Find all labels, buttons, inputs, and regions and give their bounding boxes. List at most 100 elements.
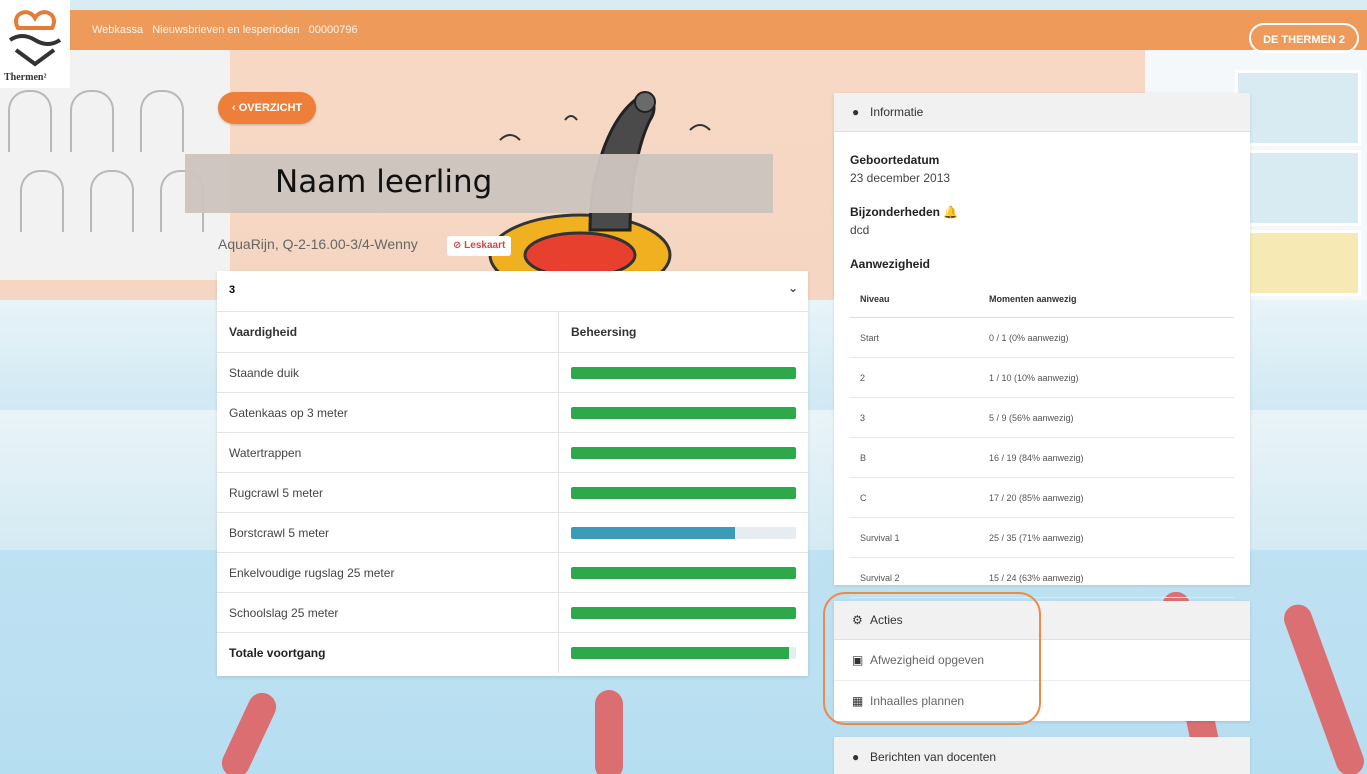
chevron-down-icon: ⌄	[787, 281, 798, 295]
progress-bar	[571, 566, 796, 579]
attendance-row: Start 0 / 1 (0% aanwezig)	[850, 317, 1234, 358]
progress-bar	[571, 526, 796, 539]
attendance-table: Niveau Momenten aanwezig Start 0 / 1 (0% …	[850, 281, 1234, 598]
skill-mastery-cell	[558, 432, 808, 473]
skill-mastery-cell	[558, 472, 808, 513]
level-selector[interactable]: 3 ⌄	[217, 271, 808, 312]
attendance-moments: 17 / 20 (85% aanwezig)	[979, 477, 1234, 518]
progress-fill	[571, 446, 796, 459]
skills-card: 3 ⌄ Vaardigheid Beheersing Staande duik G…	[217, 271, 808, 676]
total-label: Totale voortgang	[217, 632, 559, 673]
logo-text: Thermen²	[4, 72, 47, 83]
total-progress-bar	[571, 646, 796, 659]
attendance-row: B 16 / 19 (84% aanwezig)	[850, 437, 1234, 478]
lane-rope	[595, 690, 623, 774]
attendance-level: 3	[850, 397, 979, 438]
column-header-level: Niveau	[850, 281, 979, 318]
progress-bar	[571, 606, 796, 619]
teacher-messages-card[interactable]: ● Berichten van docenten	[834, 737, 1250, 774]
info-circle-icon: ●	[852, 105, 860, 119]
breadcrumb: Webkassa Nieuwsbrieven en lesperioden 00…	[92, 10, 364, 50]
progress-fill	[571, 366, 796, 379]
skills-table: Vaardigheid Beheersing Staande duik Gaten…	[217, 312, 808, 673]
skill-name: Schoolslag 25 meter	[217, 592, 559, 633]
information-title: Informatie	[870, 105, 924, 119]
student-group-info: AquaRijn, Q-2-16.00-3/4-Wenny	[218, 236, 418, 252]
student-name: Naam leerling	[275, 164, 493, 200]
skill-name: Staande duik	[217, 352, 559, 393]
breadcrumb-item-nieuwsbrieven[interactable]: Nieuwsbrieven en lesperioden	[152, 24, 299, 36]
progress-fill	[571, 606, 796, 619]
table-row: Schoolslag 25 meter	[217, 592, 808, 633]
special-value: dcd	[850, 223, 870, 237]
attendance-moments: 0 / 1 (0% aanwezig)	[979, 317, 1234, 358]
student-name-banner: Naam leerling	[185, 154, 773, 213]
attendance-moments: 1 / 10 (10% aanwezig)	[979, 357, 1234, 398]
attendance-level: C	[850, 477, 979, 518]
table-row: Rugcrawl 5 meter	[217, 472, 808, 513]
attendance-label: Aanwezigheid	[850, 257, 931, 271]
column-header-mastery: Beheersing	[558, 312, 808, 353]
progress-fill	[571, 486, 796, 499]
ban-icon: ⊘	[453, 240, 465, 251]
skill-name: Watertrappen	[217, 432, 559, 473]
breadcrumb-item-webkassa[interactable]: Webkassa	[92, 24, 143, 36]
special-block: Bijzonderheden 🔔 dcd	[834, 205, 958, 237]
attendance-row: 21 / 10 (10% aanwezig)	[850, 357, 1234, 398]
progress-fill	[571, 526, 736, 539]
dob-value: 23 december 2013	[850, 171, 951, 185]
total-mastery-cell	[559, 633, 809, 673]
teacher-messages-title: Berichten van docenten	[870, 750, 997, 764]
attendance-row: Survival 1 25 / 35 (71% aanwezig)	[850, 517, 1234, 558]
table-row: Watertrappen	[217, 432, 808, 473]
dob-label: Geboortedatum	[850, 153, 940, 167]
information-header: ● Informatie	[834, 93, 1250, 132]
table-row: Enkelvoudige rugslag 25 meter	[217, 552, 808, 593]
attendance-row: 35 / 9 (56% aanwezig)	[850, 397, 1234, 438]
skill-mastery-cell	[558, 352, 808, 393]
logo[interactable]: Thermen²	[0, 0, 70, 88]
attendance-level: Start	[850, 317, 979, 358]
leskaart-link[interactable]: ⊘ Leskaart	[447, 236, 512, 256]
special-label: Bijzonderheden 🔔	[850, 205, 959, 219]
progress-fill	[571, 406, 796, 419]
app-screen: Webkassa Nieuwsbrieven en lesperioden 00…	[0, 0, 1367, 774]
attendance-level: 2	[850, 357, 979, 398]
skill-mastery-cell	[558, 392, 808, 433]
total-progress-fill	[571, 646, 790, 659]
location-button[interactable]: DE THERMEN 2	[1249, 23, 1359, 53]
attendance-moments: 25 / 35 (71% aanwezig)	[979, 517, 1234, 558]
progress-bar	[571, 486, 796, 499]
attendance-level: B	[850, 437, 979, 478]
logo-icon	[8, 10, 62, 67]
skill-mastery-cell	[558, 552, 808, 593]
skill-mastery-cell	[558, 592, 808, 633]
skill-name: Gatenkaas op 3 meter	[217, 392, 559, 433]
attendance-row: C 17 / 20 (85% aanwezig)	[850, 477, 1234, 518]
level-label: 3	[229, 284, 236, 296]
skill-mastery-cell	[558, 512, 808, 553]
attendance-moments: 5 / 9 (56% aanwezig)	[979, 397, 1234, 438]
teacher-messages-header: ● Berichten van docenten	[834, 737, 1250, 774]
progress-fill	[571, 566, 796, 579]
total-progress-row: Totale voortgang	[217, 632, 809, 673]
progress-bar	[571, 406, 796, 419]
back-to-overview-button[interactable]: ‹ OVERZICHT	[218, 92, 317, 124]
dob-block: Geboortedatum 23 december 2013	[834, 153, 950, 185]
breadcrumb-item-number[interactable]: 00000796	[309, 24, 358, 36]
progress-bar	[571, 446, 796, 459]
leskaart-label: Leskaart	[464, 240, 506, 251]
column-header-skill: Vaardigheid	[217, 312, 559, 353]
actions-highlight-outline	[823, 592, 1041, 725]
attendance-heading: Aanwezigheid	[834, 257, 930, 271]
bell-icon: 🔔	[943, 205, 959, 219]
skill-name: Rugcrawl 5 meter	[217, 472, 559, 513]
table-row: Borstcrawl 5 meter	[217, 512, 808, 553]
table-row: Gatenkaas op 3 meter	[217, 392, 808, 433]
attendance-moments: 16 / 19 (84% aanwezig)	[979, 437, 1234, 478]
information-card: ● Informatie Geboortedatum 23 december 20…	[834, 93, 1250, 598]
top-navigation-bar: Webkassa Nieuwsbrieven en lesperioden 00…	[0, 10, 1367, 53]
column-header-moments: Momenten aanwezig	[979, 281, 1234, 318]
skill-name: Enkelvoudige rugslag 25 meter	[217, 552, 559, 593]
comment-icon: ●	[852, 750, 860, 764]
